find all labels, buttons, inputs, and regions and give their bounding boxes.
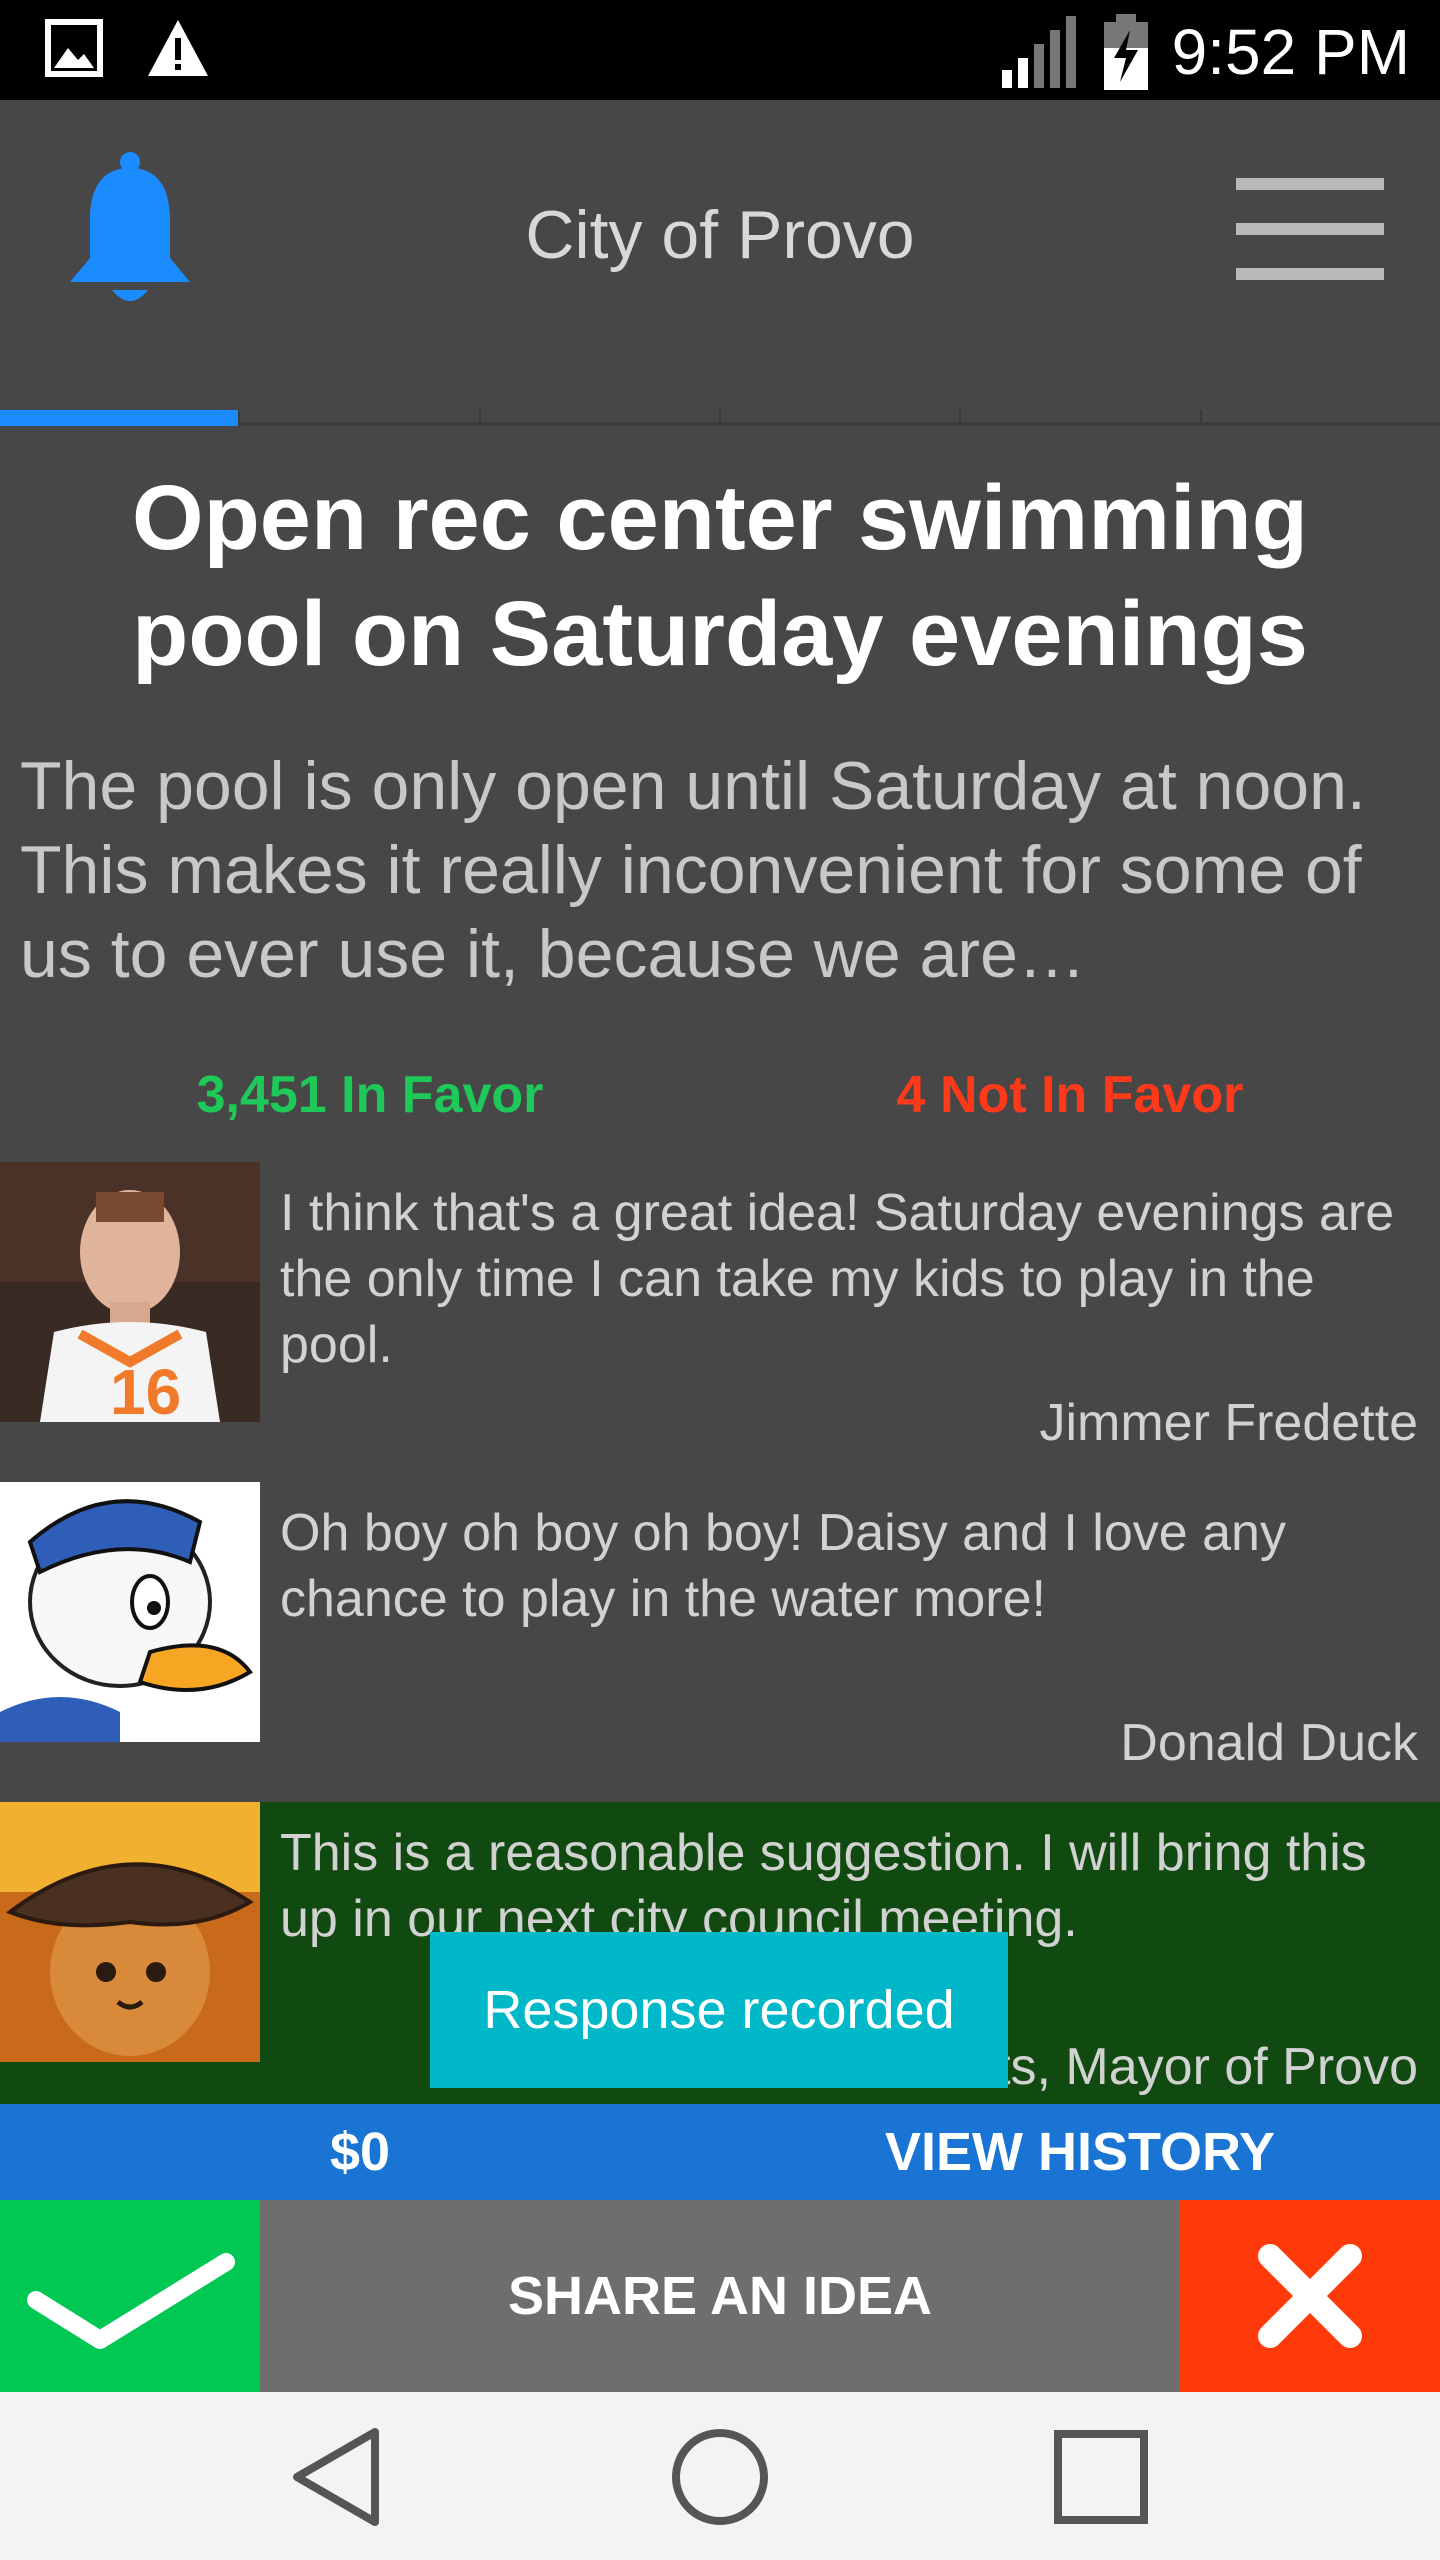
image-notification-icon — [45, 19, 103, 77]
view-history-button[interactable]: VIEW HISTORY — [720, 2104, 1440, 2200]
comment-text: I think that's a great idea! Saturday ev… — [280, 1184, 1395, 1374]
recents-icon[interactable] — [1046, 2422, 1156, 2532]
tab-indicator-2[interactable] — [238, 410, 479, 426]
idea-title: Open rec center swimming pool on Saturda… — [132, 467, 1308, 685]
comment-author: Donald Duck — [1120, 1714, 1418, 1772]
app-header: City of Provo — [0, 100, 1440, 426]
tab-indicator-1[interactable] — [0, 410, 239, 426]
comment-author: Jimmer Fredette — [1039, 1394, 1418, 1452]
battery-charging-icon — [1103, 14, 1148, 90]
tab-indicator-6[interactable] — [1199, 410, 1440, 426]
vote-summary: 3,451 In Favor 4 Not In Favor — [0, 1060, 1440, 1130]
approve-button[interactable] — [0, 2200, 260, 2392]
balance-label: $0 — [329, 2122, 391, 2182]
tab-strip — [0, 410, 1440, 426]
info-bar: $0 VIEW HISTORY — [0, 2104, 1440, 2200]
action-bar: SHARE AN IDEA — [0, 2200, 1440, 2392]
response-toast: Response recorded — [430, 1932, 1008, 2088]
tab-indicator-4[interactable] — [718, 410, 960, 426]
home-icon[interactable] — [665, 2422, 775, 2532]
tab-indicator-5[interactable] — [959, 410, 1200, 426]
x-icon — [1258, 2244, 1362, 2348]
hamburger-menu-icon[interactable] — [1236, 178, 1384, 282]
system-nav-bar — [0, 2392, 1440, 2560]
against-count: 4 Not In Favor — [896, 1066, 1244, 1124]
avatar: 16 — [0, 1162, 260, 1422]
comment-text: Oh boy oh boy oh boy! Daisy and I love a… — [280, 1504, 1286, 1628]
reject-button[interactable] — [1180, 2200, 1440, 2392]
avatar — [0, 1482, 260, 1742]
svg-text:16: 16 — [110, 1356, 181, 1422]
app-title: City of Provo — [525, 197, 915, 273]
checkmark-icon — [27, 2253, 235, 2349]
favor-count: 3,451 In Favor — [196, 1066, 544, 1124]
status-time: 9:52 PM — [1171, 16, 1410, 88]
comment-item[interactable]: 16 I think that's a great idea! Saturday… — [0, 1162, 1440, 1462]
signal-icon — [1001, 16, 1076, 88]
comment-item[interactable]: Oh boy oh boy oh boy! Daisy and I love a… — [0, 1482, 1440, 1782]
back-icon[interactable] — [285, 2422, 395, 2532]
tab-indicator-3[interactable] — [478, 410, 719, 426]
share-idea-button[interactable]: SHARE AN IDEA — [260, 2200, 1180, 2392]
warning-icon — [148, 20, 208, 76]
status-bar: 9:52 PM — [0, 0, 1440, 100]
idea-description[interactable]: The pool is only open until Saturday at … — [20, 744, 1420, 996]
avatar — [0, 1802, 260, 2062]
